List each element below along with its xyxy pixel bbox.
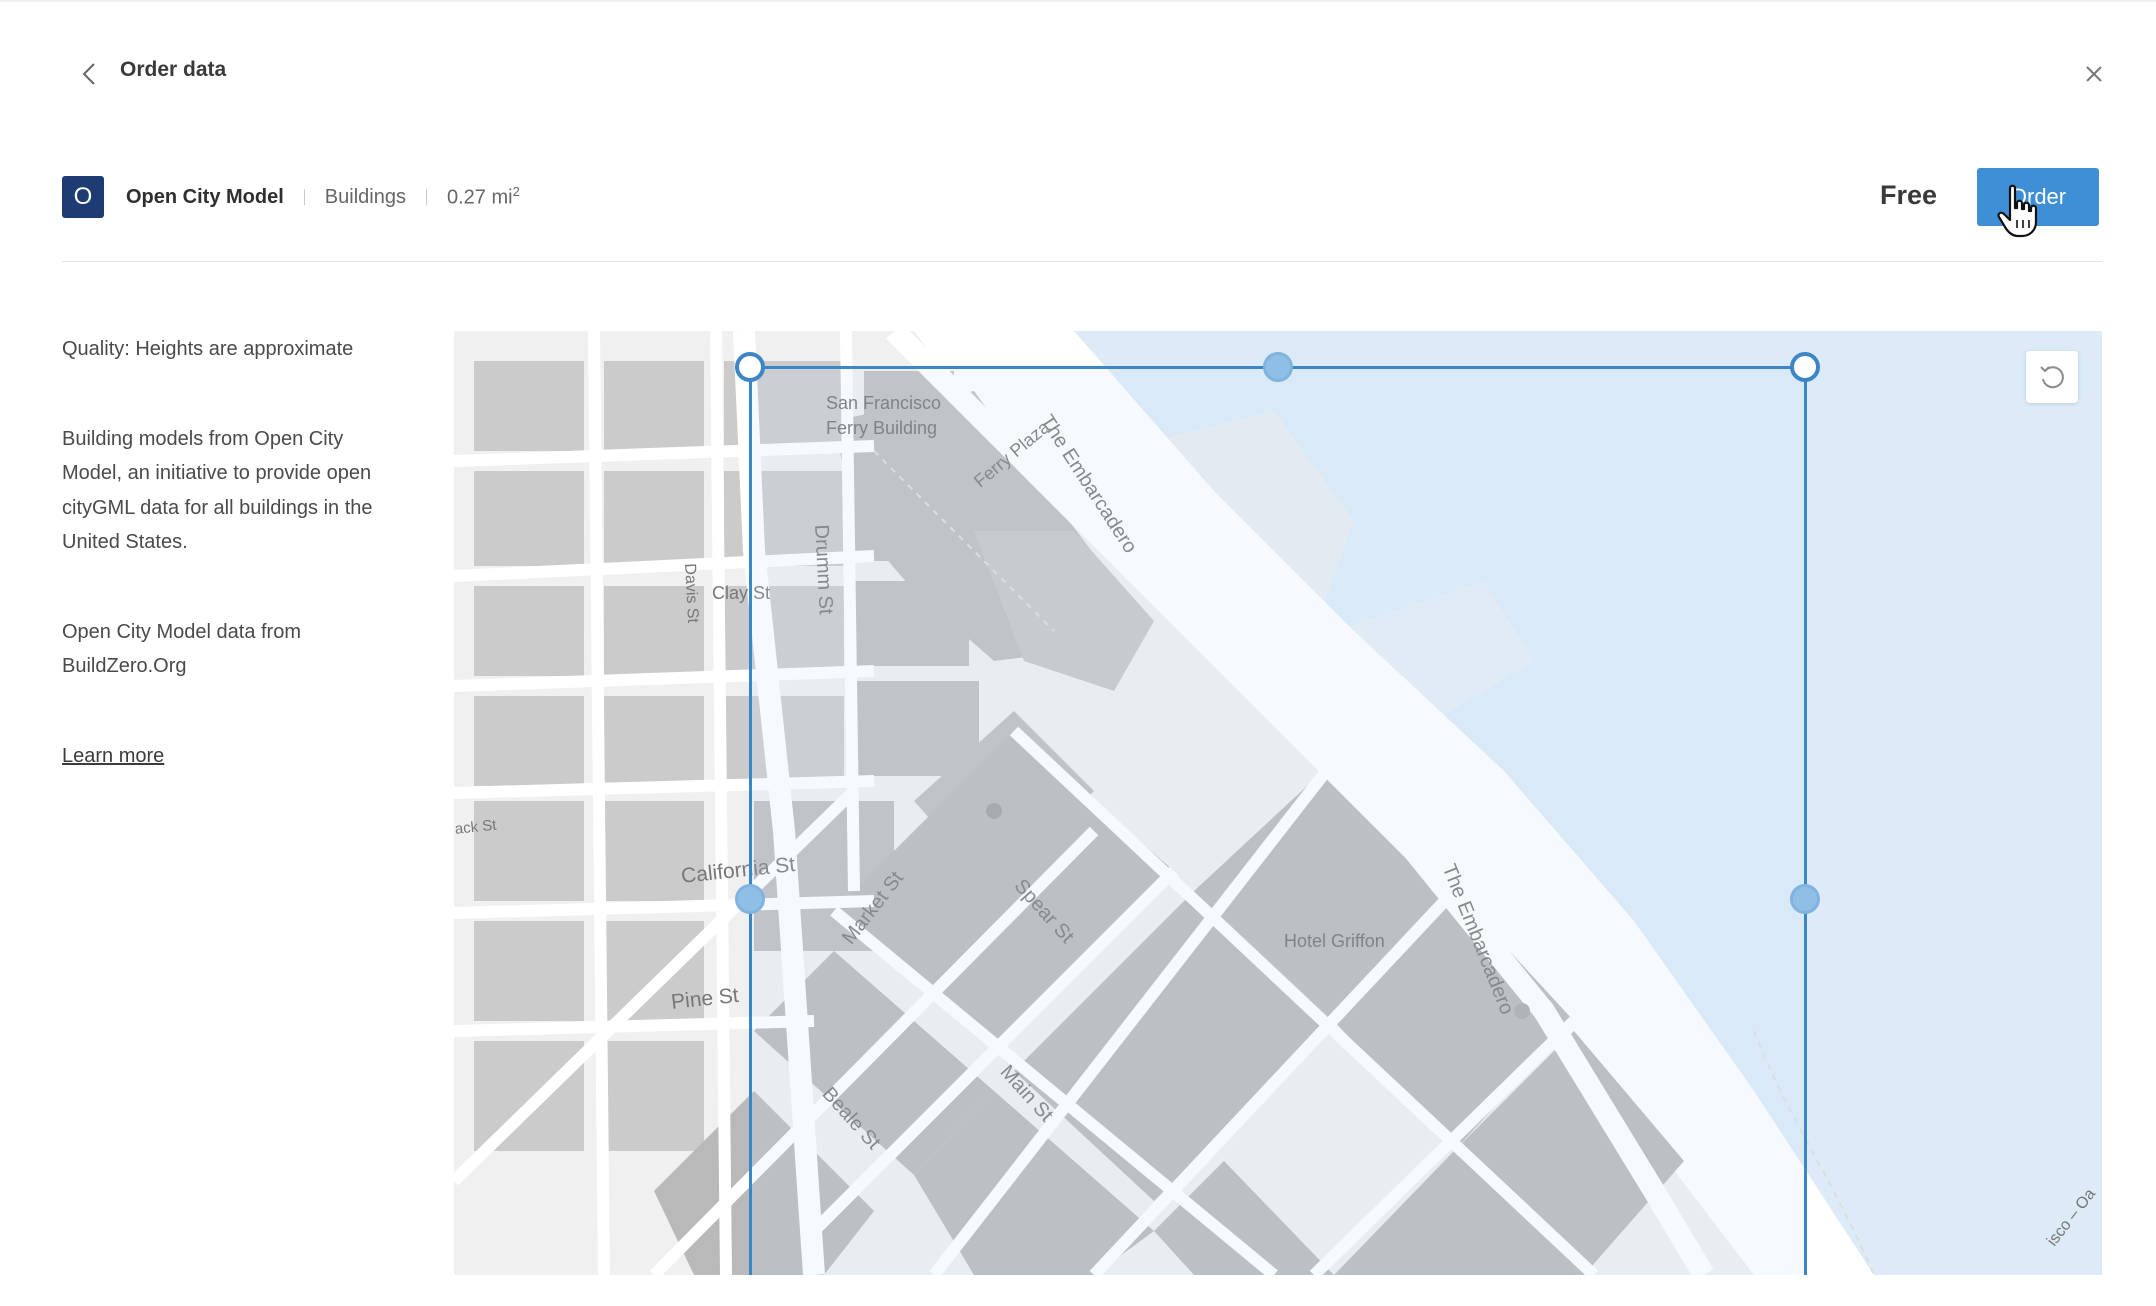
selection-handle-top-mid[interactable] bbox=[1263, 352, 1293, 382]
area-value: 0.27 mi bbox=[446, 186, 513, 209]
product-badge: O bbox=[62, 176, 104, 218]
close-icon bbox=[2086, 66, 2102, 82]
price-label: Free bbox=[1880, 180, 1938, 210]
separator bbox=[303, 189, 305, 205]
selection-area[interactable] bbox=[749, 366, 1807, 1275]
close-button[interactable] bbox=[2078, 58, 2110, 90]
reset-selection-button[interactable] bbox=[2026, 351, 2078, 403]
dataset-info: Quality: Heights are approximate Buildin… bbox=[62, 332, 402, 773]
dialog-title: Order data bbox=[120, 58, 227, 81]
dialog-header: Order data bbox=[60, 50, 2110, 98]
header-divider bbox=[62, 261, 2102, 262]
product-summary: O Open City Model Buildings 0.27 mi2 bbox=[62, 176, 520, 218]
label-text: Davis St bbox=[681, 563, 702, 624]
source-text: Open City Model data from BuildZero.Org bbox=[62, 620, 301, 678]
product-name: Open City Model bbox=[126, 185, 284, 208]
back-button[interactable] bbox=[74, 56, 104, 92]
learn-more-link[interactable]: Learn more bbox=[62, 745, 164, 767]
order-button[interactable]: Order bbox=[1977, 168, 2099, 226]
selection-handle-top-left[interactable] bbox=[735, 352, 765, 382]
top-border bbox=[0, 0, 2156, 2]
chevron-left-icon bbox=[82, 63, 95, 85]
area-unit-superscript: 2 bbox=[512, 184, 520, 200]
description-text: Building models from Open City Model, an… bbox=[62, 427, 373, 554]
product-type: Buildings bbox=[324, 185, 406, 208]
map-view[interactable]: San Francisco Ferry Building Ferry Plaza… bbox=[454, 331, 2102, 1275]
selection-handle-left-mid[interactable] bbox=[735, 884, 765, 914]
product-area: 0.27 mi2 bbox=[447, 184, 520, 210]
map-label-davis-st: Davis St bbox=[680, 563, 701, 623]
selection-handle-right-mid[interactable] bbox=[1790, 884, 1820, 914]
quality-note: Quality: Heights are approximate bbox=[62, 338, 354, 360]
separator bbox=[425, 189, 427, 205]
selection-handle-top-right[interactable] bbox=[1790, 352, 1820, 382]
reset-icon bbox=[2040, 366, 2064, 389]
